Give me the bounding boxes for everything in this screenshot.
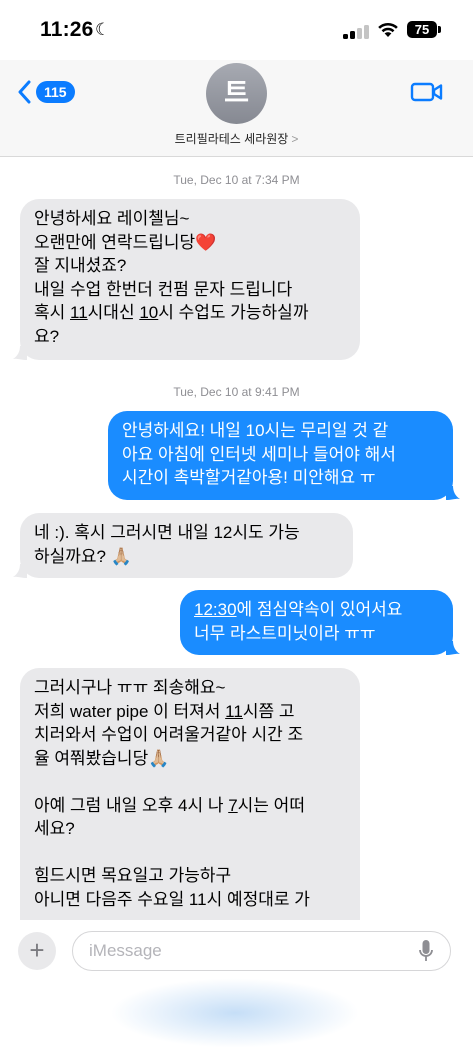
unread-count-badge: 115: [36, 81, 75, 103]
contact-name[interactable]: 트리필라테스 세라원장 >: [0, 130, 473, 147]
message-text: 네 :). 혹시 그러시면 내일 12시도 가능 하실까요? 🙏🏼: [34, 523, 300, 566]
timestamp: Tue, Dec 10 at 9:41 PM: [173, 385, 300, 399]
plus-icon[interactable]: +: [18, 932, 56, 970]
outgoing-message-bubble[interactable]: 안녕하세요! 내일 10시는 무리일 것 같 아요 아침에 인터넷 세미나 들어…: [108, 411, 453, 500]
back-button[interactable]: 115: [18, 78, 75, 106]
message-text: 안녕하세요 레이첼님~ 오랜만에 연락드립니당❤️ 잘 지내셨죠? 내일 수업 …: [34, 209, 309, 346]
wifi-icon: [378, 22, 398, 37]
video-call-icon[interactable]: [410, 81, 444, 103]
bubble-tail: [446, 641, 460, 655]
incoming-message-bubble[interactable]: 안녕하세요 레이첼님~ 오랜만에 연락드립니당❤️ 잘 지내셨죠? 내일 수업 …: [20, 199, 360, 360]
incoming-message-bubble[interactable]: 네 :). 혹시 그러시면 내일 12시도 가능 하실까요? 🙏🏼: [20, 513, 353, 578]
back-chevron-icon: [18, 80, 31, 104]
battery-nub: [438, 26, 441, 33]
message-text: 그러시구나 ㅠㅠ 죄송해요~ 저희 water pipe 이 터져서 11시쯤 …: [34, 678, 310, 909]
home-indicator-glow: [110, 978, 360, 1048]
bubble-tail: [13, 564, 27, 578]
moon-icon: ☾: [95, 20, 111, 39]
status-bar: 11:26 ☾ 75: [0, 0, 473, 60]
microphone-icon[interactable]: [419, 939, 433, 963]
message-text: 안녕하세요! 내일 10시는 무리일 것 같 아요 아침에 인터넷 세미나 들어…: [122, 421, 396, 487]
bubble-tail: [446, 486, 460, 500]
imessage-input[interactable]: iMessage: [72, 931, 451, 971]
contact-avatar[interactable]: 트: [206, 63, 267, 124]
outgoing-message-bubble[interactable]: 12:30에 점심약속이 있어서요 너무 라스트미닛이라 ㅠㅠ: [180, 590, 453, 655]
chevron-right-icon: >: [291, 132, 299, 146]
battery-icon: 75: [407, 21, 437, 38]
bubble-tail: [13, 346, 27, 360]
conversation-header: 115 트 트리필라테스 세라원장 >: [0, 60, 473, 157]
status-time: 11:26: [40, 18, 94, 41]
cellular-signal-icon: [343, 23, 369, 39]
message-text: 12:30에 점심약속이 있어서요 너무 라스트미닛이라 ㅠㅠ: [194, 600, 403, 643]
timestamp: Tue, Dec 10 at 7:34 PM: [173, 173, 300, 187]
contact-name-label: 트리필라테스 세라원장: [174, 132, 289, 146]
